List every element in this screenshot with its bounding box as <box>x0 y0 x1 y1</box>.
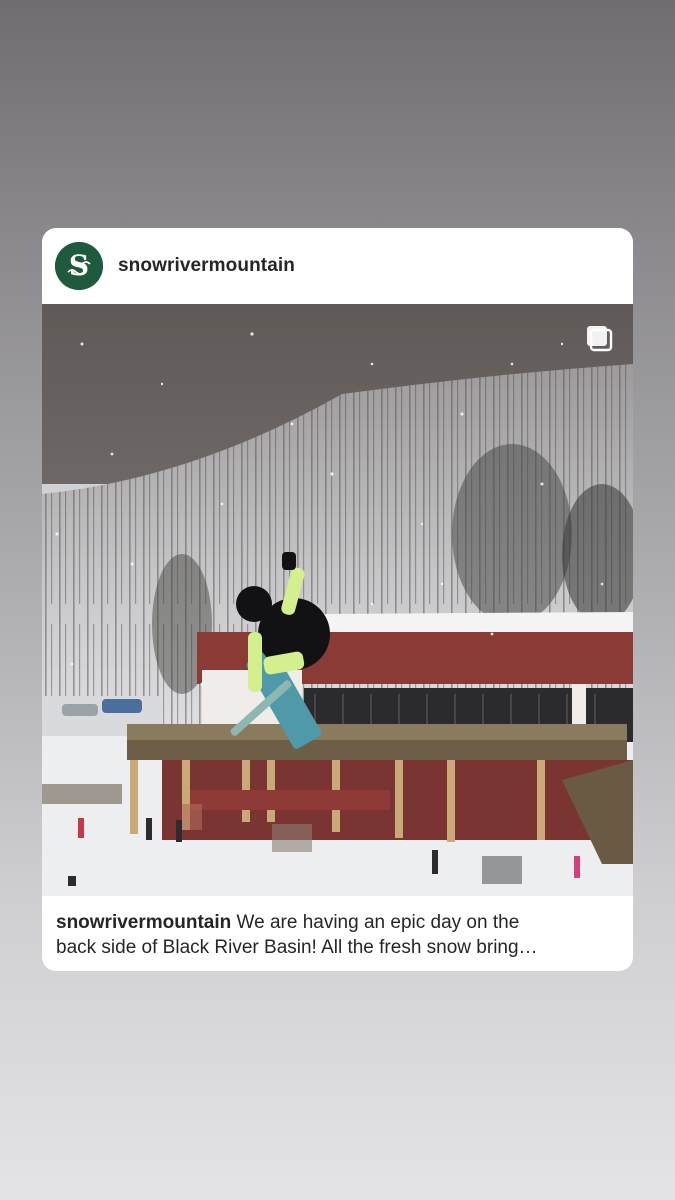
avatar[interactable]: S <box>55 242 103 290</box>
caption-username[interactable]: snowrivermountain <box>56 912 231 933</box>
caption-text-1: We are having an epic day on the <box>231 912 520 933</box>
story-post-card[interactable]: S snowrivermountain snowrivermountain We… <box>42 228 633 971</box>
multiple-images-icon <box>585 324 615 354</box>
ski-jump-photo <box>42 304 633 896</box>
caption-line-1: snowrivermountain We are having an epic … <box>56 910 622 935</box>
post-username[interactable]: snowrivermountain <box>118 255 295 277</box>
post-photo[interactable] <box>42 304 633 896</box>
post-header: S snowrivermountain <box>42 228 633 304</box>
brand-logo-icon: S <box>55 242 103 290</box>
post-caption: snowrivermountain We are having an epic … <box>56 910 622 960</box>
avatar-letter: S <box>69 249 89 282</box>
caption-text-2: back side of Black River Basin! All the … <box>56 937 538 958</box>
